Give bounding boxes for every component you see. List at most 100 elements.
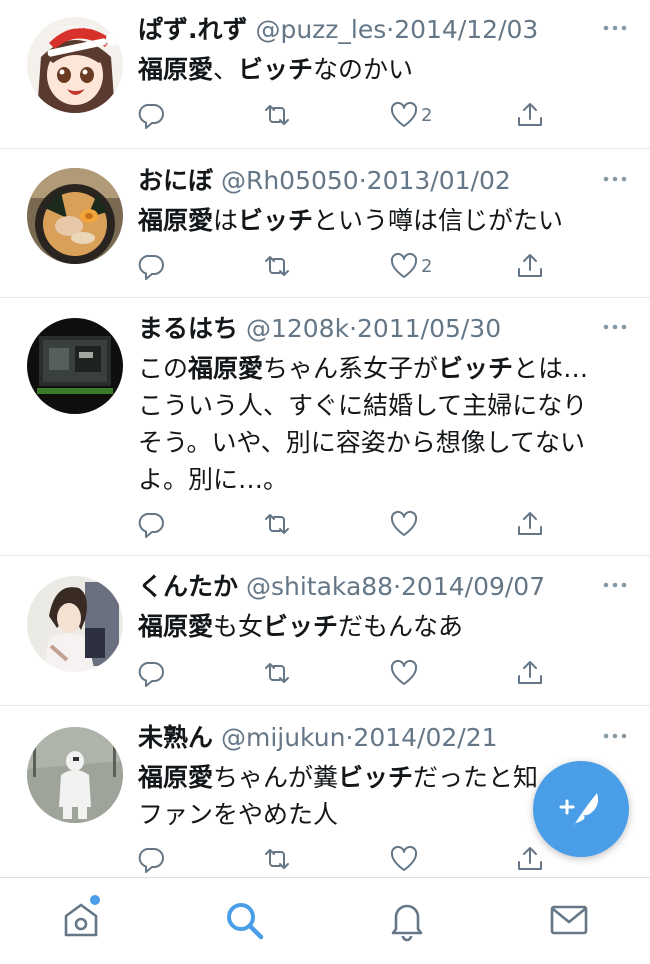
tweet-actions: 2 [137,249,557,283]
tweet-actions [137,842,557,876]
retweet-button[interactable] [262,842,292,876]
user-handle[interactable]: @shitaka88 [246,572,393,601]
retweet-icon [265,849,289,869]
more-dots-icon[interactable] [600,16,630,40]
like-button[interactable] [389,656,419,690]
retweet-icon [265,256,289,276]
tweet-header: 未熟ん @mijukun·2014/02/21 [138,721,498,755]
tweet[interactable]: おにぼ @Rh05050·2013/01/02 福原愛はビッチという噂は信じがた… [0,149,650,298]
display-name[interactable]: くんたか [138,572,238,601]
anime-girl-avatar-image: non hoichi ni ta [27,17,123,113]
display-name[interactable]: まるはち [138,314,238,343]
reply-icon [138,254,164,280]
highlighted-text: ビッチ [438,354,514,383]
like-button[interactable] [389,507,419,541]
text-segment: だもんなあ [338,612,464,641]
text-segment: ちゃん系女子が [263,354,439,383]
highlighted-text: ビッチ [263,612,339,641]
user-handle[interactable]: @puzz_les [255,15,386,44]
reply-icon [138,661,164,687]
highlighted-text: ビッチ [238,206,314,235]
text-segment: ファンをやめた人 [138,800,339,829]
tweet[interactable]: まるはち @1208k·2011/05/30 この福原愛ちゃん系女子がビッチとは… [0,298,650,556]
display-name[interactable]: おにぼ [138,166,213,195]
tweet[interactable]: くんたか @shitaka88·2014/09/07 福原愛も女ビッチだもんなあ [0,556,650,706]
avatar[interactable]: non hoichi ni ta [27,17,123,113]
tweet-header: くんたか @shitaka88·2014/09/07 [138,570,545,604]
more-dots-icon[interactable] [600,724,630,748]
share-button[interactable] [515,98,545,132]
more-dots-icon[interactable] [600,315,630,339]
display-name[interactable]: 未熟ん [138,723,213,752]
retweet-button[interactable] [262,249,292,283]
retweet-icon [265,514,289,534]
reply-button[interactable] [137,842,167,876]
reply-button[interactable] [137,507,167,541]
like-button[interactable] [389,842,419,876]
tweet-header: おにぼ @Rh05050·2013/01/02 [138,164,511,198]
retweet-icon [265,105,289,125]
tab-search[interactable] [222,898,266,942]
tweet-date[interactable]: 2011/05/30 [357,314,501,343]
share-icon [518,847,542,870]
share-button[interactable] [515,249,545,283]
tweet-date[interactable]: 2014/02/21 [353,723,497,752]
bell-icon [391,904,423,942]
share-button[interactable] [515,507,545,541]
highlighted-text: 福原愛 [138,55,214,84]
separator: · [358,166,367,195]
text-segment: は [213,206,239,235]
search-icon [227,903,264,940]
avatar[interactable] [27,168,123,264]
tweet-text: 福原愛ちゃんが糞ビッチだったと知 ファンをやめた人 [138,759,558,839]
mail-icon [550,905,588,935]
reply-button[interactable] [137,656,167,690]
reply-icon [138,103,164,129]
text-segment: も女 [213,612,264,641]
more-dots-icon[interactable] [600,573,630,597]
highlighted-text: ビッチ [238,55,314,84]
text-segment: という噂は信じがたい [313,206,564,235]
share-button[interactable] [515,842,545,876]
share-icon [518,661,542,684]
avatar[interactable] [27,576,123,672]
timeline-feed: non hoichi ni ta ぱず.れず @puzz_les · 2014/12… [0,0,650,886]
avatar[interactable] [27,318,123,414]
retweet-button[interactable] [262,507,292,541]
tab-messages[interactable] [547,898,591,942]
tweet-date[interactable]: 2013/01/02 [367,166,511,195]
tweet-text: 福原愛も女ビッチだもんなあ [138,608,613,645]
more-dots-icon[interactable] [600,167,630,191]
retweet-button[interactable] [262,656,292,690]
girl-illustration-avatar-image [27,576,123,672]
reply-icon [138,847,164,873]
tweet-actions [137,507,557,541]
heart-icon [390,252,418,278]
text-segment: だったと知 [413,763,539,792]
reply-button[interactable] [137,98,167,132]
like-button[interactable]: 2 [389,249,432,283]
text-segment: この [138,354,189,383]
separator: · [349,314,358,343]
like-button[interactable]: 2 [389,98,432,132]
tweet-actions [137,656,557,690]
user-handle[interactable]: @Rh05050 [221,166,359,195]
compose-tweet-button[interactable] [533,761,629,857]
bottom-tab-bar [0,877,650,964]
tweet-text: この福原愛ちゃん系女子がビッチとは…こういう人、すぐに結婚して主婦になりそう。い… [138,350,608,498]
reply-button[interactable] [137,249,167,283]
share-button[interactable] [515,656,545,690]
tab-notifications[interactable] [385,898,429,942]
user-handle[interactable]: @1208k [246,314,349,343]
avatar[interactable] [27,727,123,823]
retweet-button[interactable] [262,98,292,132]
share-icon [518,254,542,277]
tweet[interactable]: non hoichi ni ta ぱず.れず @puzz_les·2014/12… [0,0,650,149]
tweet-date[interactable]: 2014/12/03 [394,15,538,44]
ramen-avatar-image [27,168,123,264]
user-handle[interactable]: @mijukun [221,723,346,752]
highlighted-text: 福原愛 [138,612,214,641]
display-name[interactable]: ぱず.れず [138,15,248,44]
tab-home[interactable] [59,895,103,942]
tweet-date[interactable]: 2014/09/07 [401,572,545,601]
